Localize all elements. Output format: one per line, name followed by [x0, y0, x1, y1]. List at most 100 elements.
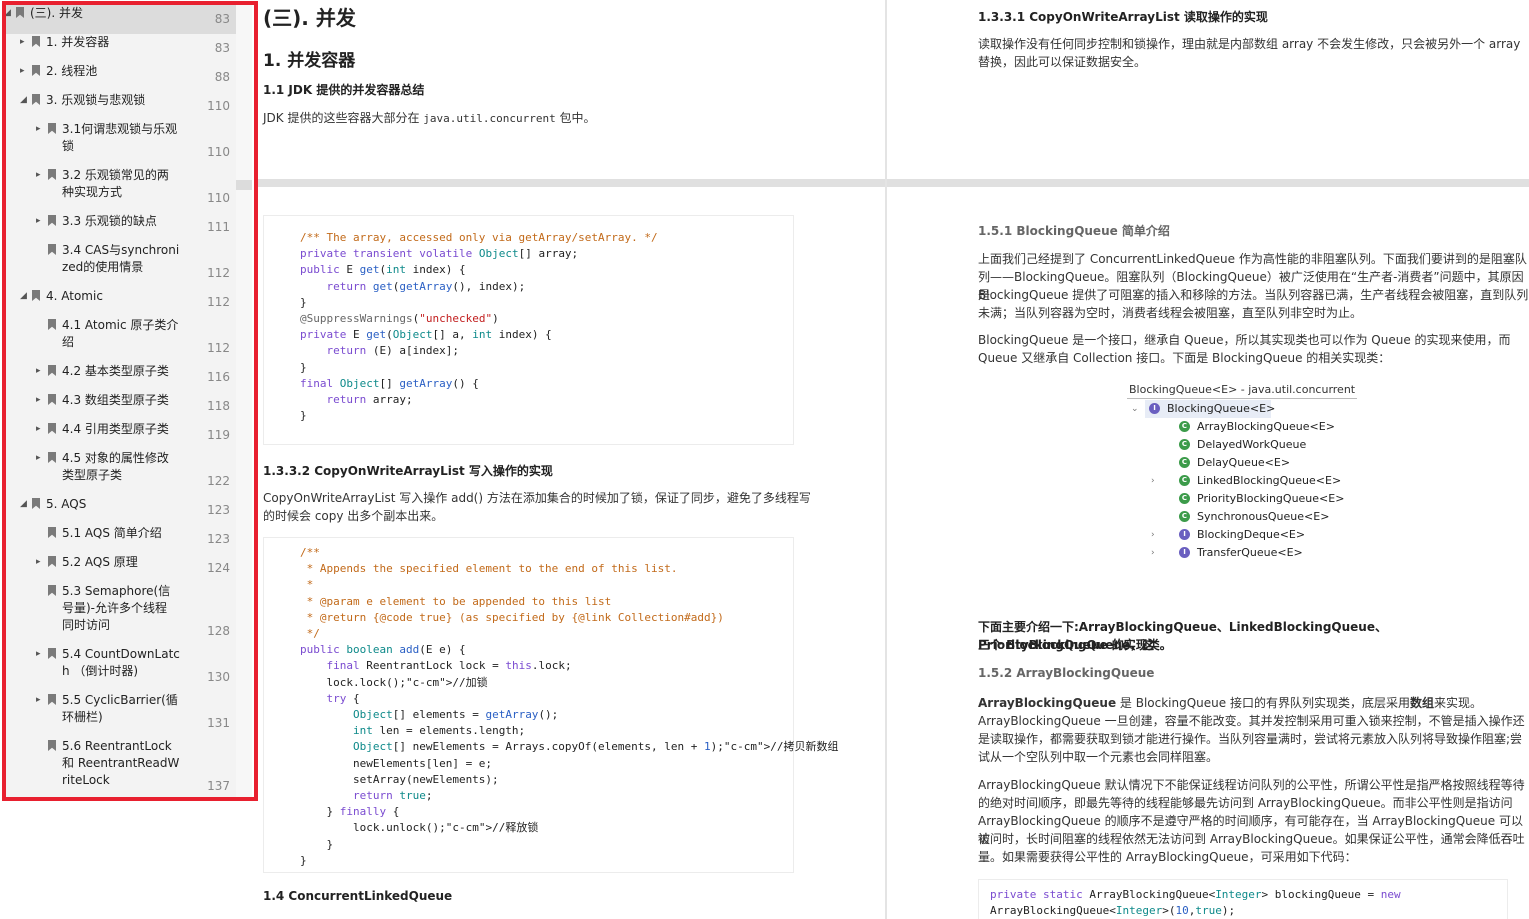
paragraph-read-1: 读取操作没有任何同步控制和锁操作，理由就是内部数组 array 不会发生修改，只… — [978, 37, 1521, 51]
toc-item-label: 3. 乐观锁与悲观锁 — [46, 93, 146, 107]
hierarchy-item-label: DelayQueue<E> — [1197, 456, 1291, 469]
toc-item-page: 130 — [207, 670, 230, 684]
heading-read-impl: 1.3.3.1 CopyOnWriteArrayList 读取操作的实现 — [978, 10, 1268, 24]
document-page-left: (三). 并发 1. 并发容器 1.1 JDK 提供的并发容器总结 JDK 提供… — [258, 0, 885, 919]
heading-jdk-containers: 1.1 JDK 提供的并发容器总结 — [263, 83, 425, 97]
paragraph-write-2: 的时候会 copy 出多个副本出来。 — [263, 509, 444, 523]
toc-item[interactable]: 3.4 CAS与synchroni zed的使用情景 112 — [6, 242, 236, 288]
collapse-arrow-icon[interactable]: ◢ — [20, 288, 30, 305]
toc-item-label: 3.3 乐观锁的缺点 — [62, 214, 157, 228]
toc-item[interactable]: ▸ 3.2 乐观锁常见的两 种实现方式 110 — [6, 167, 236, 213]
class-icon: C — [1179, 493, 1190, 504]
paragraph-abq-4: 试从一个空队列中取一个元素也会同样阻塞。 — [978, 750, 1219, 764]
heading-arrayblockingqueue: 1.5.2 ArrayBlockingQueue — [978, 666, 1155, 680]
hierarchy-item[interactable]: › I TransferQueue<E> — [1151, 544, 1335, 562]
hierarchy-item[interactable]: C ArrayBlockingQueue<E> — [1175, 418, 1335, 436]
paragraph-abq-2: ArrayBlockingQueue 一旦创建，容量不能改变。其并发控制采用可重… — [978, 714, 1525, 728]
toc-item[interactable]: ▸ 2. 线程池 88 — [6, 63, 236, 92]
toc-item[interactable]: ▸ 4.3 数组类型原子类 118 — [6, 392, 236, 421]
expand-arrow-icon[interactable]: ▸ — [20, 63, 30, 80]
toc-item[interactable]: ▸ 5.4 CountDownLatc h （倒计时器) 130 — [6, 646, 236, 692]
toc-item[interactable]: ▸ 5.5 CyclicBarrier(循 环栅栏) 131 — [6, 692, 236, 738]
hierarchy-item[interactable]: ⌄ I BlockingQueue<E> — [1131, 400, 1275, 418]
toc-item-page: 112 — [207, 295, 230, 309]
expand-arrow-icon[interactable]: ▸ — [36, 421, 46, 438]
toc-item-page: 128 — [207, 624, 230, 638]
toc-item[interactable]: 4.1 Atomic 原子类介 绍 112 — [6, 317, 236, 363]
expand-arrow-icon[interactable]: ▸ — [36, 363, 46, 380]
toc-scrollbar-thumb[interactable] — [236, 180, 252, 190]
hierarchy-item[interactable]: › C LinkedBlockingQueue<E> — [1151, 472, 1341, 490]
toc-item-page: 110 — [207, 145, 230, 159]
bookmark-icon — [48, 648, 56, 659]
bookmark-icon — [48, 319, 56, 330]
toc-list: ◢ (三). 并发 83 ▸ 1. 并发容器 83 ▸ 2. 线程池 88 ◢ 3. 乐观锁与悲观锁… — [6, 5, 236, 797]
collapse-arrow-icon[interactable]: ◢ — [6, 5, 14, 22]
bookmark-icon — [48, 694, 56, 705]
paragraph-read-2: 替换，因此可以保证数据安全。 — [978, 55, 1147, 69]
paragraph-fair-1: ArrayBlockingQueue 默认情况下不能保证线程访问队列的公平性，所… — [978, 778, 1525, 792]
toc-item-page: 88 — [214, 70, 230, 84]
toc-item-label: 5.1 AQS 简单介绍 — [62, 526, 162, 540]
paragraph-jdk: JDK 提供的这些容器大部分在 java.util.concurrent 包中。 — [263, 109, 596, 128]
toc-item[interactable]: ◢ 3. 乐观锁与悲观锁 110 — [6, 92, 236, 121]
expand-arrow-icon[interactable]: ▸ — [36, 554, 46, 571]
collapse-chevron-icon[interactable]: ⌄ — [1131, 400, 1139, 418]
toc-item[interactable]: ◢ (三). 并发 83 — [6, 5, 236, 34]
interface-icon: I — [1179, 529, 1190, 540]
expand-arrow-icon[interactable]: ▸ — [36, 213, 46, 230]
toc-item-label: 5.4 CountDownLatc h （倒计时器) — [62, 647, 180, 678]
hierarchy-item[interactable]: › I BlockingDeque<E> — [1151, 526, 1335, 544]
expand-arrow-icon[interactable]: ▸ — [36, 646, 46, 663]
expand-arrow-icon[interactable]: ▸ — [36, 167, 46, 184]
toc-item[interactable]: ▸ 4.4 引用类型原子类 119 — [6, 421, 236, 450]
toc-item-page: 122 — [207, 474, 230, 488]
toc-item[interactable]: ◢ 5. AQS 123 — [6, 496, 236, 525]
toc-item-label: (三). 并发 — [30, 6, 83, 20]
toc-item-page: 124 — [207, 561, 230, 575]
collapse-arrow-icon[interactable]: ◢ — [20, 92, 30, 109]
class-icon: C — [1179, 457, 1190, 468]
expand-arrow-icon[interactable]: ▸ — [36, 450, 46, 467]
class-icon: C — [1179, 439, 1190, 450]
toc-item-label: 1. 并发容器 — [46, 35, 110, 49]
hierarchy-item[interactable]: C SynchronousQueue<E> — [1175, 508, 1335, 526]
abq-bold-name: ArrayBlockingQueue — [978, 696, 1117, 710]
toc-item[interactable]: 5.1 AQS 简单介绍 123 — [6, 525, 236, 554]
hierarchy-item[interactable]: C DelayQueue<E> — [1175, 454, 1335, 472]
class-icon: C — [1179, 421, 1190, 432]
toc-scrollbar[interactable] — [236, 5, 252, 797]
toc-item[interactable]: 5.3 Semaphore(信 号量)-允许多个线程 同时访问 128 — [6, 583, 236, 646]
paragraph-fair-5: 量。如果需要获得公平性的 ArrayBlockingQueue，可采用如下代码： — [978, 850, 1357, 864]
toc-item[interactable]: ▸ 4.2 基本类型原子类 116 — [6, 363, 236, 392]
hierarchy-item[interactable]: C PriorityBlockingQueue<E> — [1175, 490, 1344, 508]
expand-chevron-icon[interactable]: › — [1151, 544, 1155, 562]
class-icon: C — [1179, 475, 1190, 486]
expand-arrow-icon[interactable]: ▸ — [36, 392, 46, 409]
expand-chevron-icon[interactable]: › — [1151, 526, 1155, 544]
toc-item[interactable]: ◢ 4. Atomic 112 — [6, 288, 236, 317]
bookmark-icon — [32, 290, 40, 301]
page-separator — [258, 179, 885, 187]
interface-icon: I — [1179, 547, 1190, 558]
toc-item[interactable]: 5.6 ReentrantLock 和 ReentrantReadW riteL… — [6, 738, 236, 797]
expand-chevron-icon[interactable]: › — [1151, 472, 1155, 490]
hierarchy-item[interactable]: C DelayedWorkQueue — [1175, 436, 1335, 454]
toc-item-label: 3.4 CAS与synchroni zed的使用情景 — [62, 243, 180, 274]
collapse-arrow-icon[interactable]: ◢ — [20, 496, 30, 513]
bookmark-icon — [48, 123, 56, 134]
expand-arrow-icon[interactable]: ▸ — [36, 121, 46, 138]
bookmark-icon — [48, 365, 56, 376]
toc-item[interactable]: ▸ 1. 并发容器 83 — [6, 34, 236, 63]
bookmark-icon — [48, 423, 56, 434]
toc-item[interactable]: ▸ 3.1何谓悲观锁与乐观 锁 110 — [6, 121, 236, 167]
toc-item[interactable]: ▸ 3.3 乐观锁的缺点 111 — [6, 213, 236, 242]
expand-arrow-icon[interactable]: ▸ — [20, 34, 30, 51]
toc-item-page: 131 — [207, 716, 230, 730]
expand-arrow-icon[interactable]: ▸ — [36, 692, 46, 709]
abq-text-b: 来实现。 — [1434, 696, 1483, 710]
toc-item[interactable]: ▸ 5.2 AQS 原理 124 — [6, 554, 236, 583]
toc-item-page: 83 — [214, 41, 230, 55]
hierarchy-item-label: LinkedBlockingQueue<E> — [1197, 474, 1342, 487]
toc-item[interactable]: ▸ 4.5 对象的属性修改 类型原子类 122 — [6, 450, 236, 496]
